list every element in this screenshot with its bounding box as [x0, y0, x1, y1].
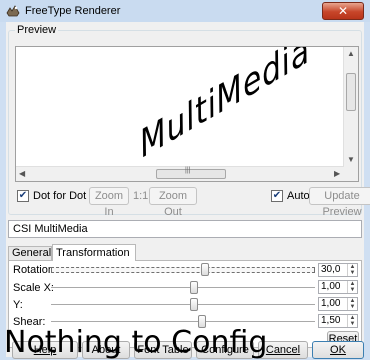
- auto-checkbox[interactable]: ✔: [271, 190, 283, 202]
- ok-button[interactable]: OK: [312, 341, 364, 359]
- zoom-ratio-label: 1:1: [133, 190, 149, 202]
- scale-x-slider-track[interactable]: [51, 287, 315, 288]
- app-icon: [6, 5, 20, 17]
- tab-general[interactable]: General: [8, 246, 52, 260]
- y-spin-arrows-icon[interactable]: ▲ ▼: [347, 298, 357, 310]
- zoom-out-button[interactable]: Zoom Out: [149, 187, 197, 218]
- tab-transformation[interactable]: Transformation: [52, 244, 136, 261]
- window-title: FreeType Renderer: [25, 5, 121, 17]
- scroll-down-arrow-icon[interactable]: ▼: [347, 155, 355, 164]
- y-spinbox[interactable]: 1,00 ▲ ▼: [318, 297, 358, 311]
- preview-group: Preview MultiMedia ▲ ▼ ◀ ||| ▶ ✔ Dot for…: [8, 24, 370, 218]
- vertical-scroll-thumb[interactable]: [346, 73, 356, 111]
- zoom-in-button[interactable]: Zoom In: [89, 187, 129, 218]
- preview-group-label: Preview: [15, 24, 59, 36]
- scroll-thumb-grip: |||: [185, 167, 191, 174]
- rotation-spinbox[interactable]: 30,0 ▲ ▼: [318, 263, 358, 277]
- auto-label[interactable]: Auto: [287, 190, 310, 202]
- scale-x-slider-thumb[interactable]: [190, 281, 198, 294]
- client-area: Preview MultiMedia ▲ ▼ ◀ ||| ▶ ✔ Dot for…: [6, 22, 370, 357]
- y-label: Y:: [13, 299, 23, 311]
- scale-x-label: Scale X:: [13, 282, 54, 294]
- shear-slider-track[interactable]: [51, 321, 315, 322]
- preview-toolbar: ✔ Dot for Dot Zoom In 1:1 Zoom Out ✔ Aut…: [15, 187, 370, 218]
- shear-spin-arrows-icon[interactable]: ▲ ▼: [347, 315, 357, 327]
- scroll-corner: [344, 167, 358, 181]
- dot-for-dot-label[interactable]: Dot for Dot: [33, 190, 86, 202]
- close-button[interactable]: ✕: [322, 2, 364, 20]
- rotation-slider-thumb[interactable]: [201, 263, 209, 276]
- rotation-slider-track[interactable]: [51, 267, 315, 273]
- horizontal-scroll-thumb[interactable]: |||: [156, 167, 226, 179]
- scale-x-spinbox[interactable]: 1,00 ▲ ▼: [318, 280, 358, 294]
- update-preview-button[interactable]: Update Preview: [309, 187, 370, 218]
- y-slider-thumb[interactable]: [190, 298, 198, 311]
- overlay-message: Nothing to Config: [4, 325, 268, 360]
- y-slider-track[interactable]: [51, 304, 315, 305]
- freetype-renderer-window: FreeType Renderer ✕ Preview MultiMedia ▲…: [0, 0, 370, 360]
- preview-vertical-scrollbar[interactable]: ▲ ▼: [343, 47, 358, 167]
- scale-x-spin-arrows-icon[interactable]: ▲ ▼: [347, 281, 357, 293]
- preview-viewport: MultiMedia: [16, 47, 344, 167]
- preview-canvas[interactable]: MultiMedia ▲ ▼ ◀ ||| ▶: [15, 46, 359, 182]
- scroll-right-arrow-icon[interactable]: ▶: [334, 169, 340, 178]
- preview-horizontal-scrollbar[interactable]: ◀ ||| ▶: [16, 166, 344, 181]
- preview-sample-text: MultiMedia: [136, 47, 314, 167]
- dot-for-dot-checkbox[interactable]: ✔: [17, 190, 29, 202]
- scroll-left-arrow-icon[interactable]: ◀: [19, 169, 25, 178]
- rotation-spin-arrows-icon[interactable]: ▲ ▼: [347, 264, 357, 276]
- font-name-field[interactable]: CSI MultiMedia: [8, 220, 362, 238]
- shear-spinbox[interactable]: 1,50 ▲ ▼: [318, 314, 358, 328]
- title-bar[interactable]: FreeType Renderer ✕: [0, 0, 370, 22]
- scroll-up-arrow-icon[interactable]: ▲: [347, 49, 355, 58]
